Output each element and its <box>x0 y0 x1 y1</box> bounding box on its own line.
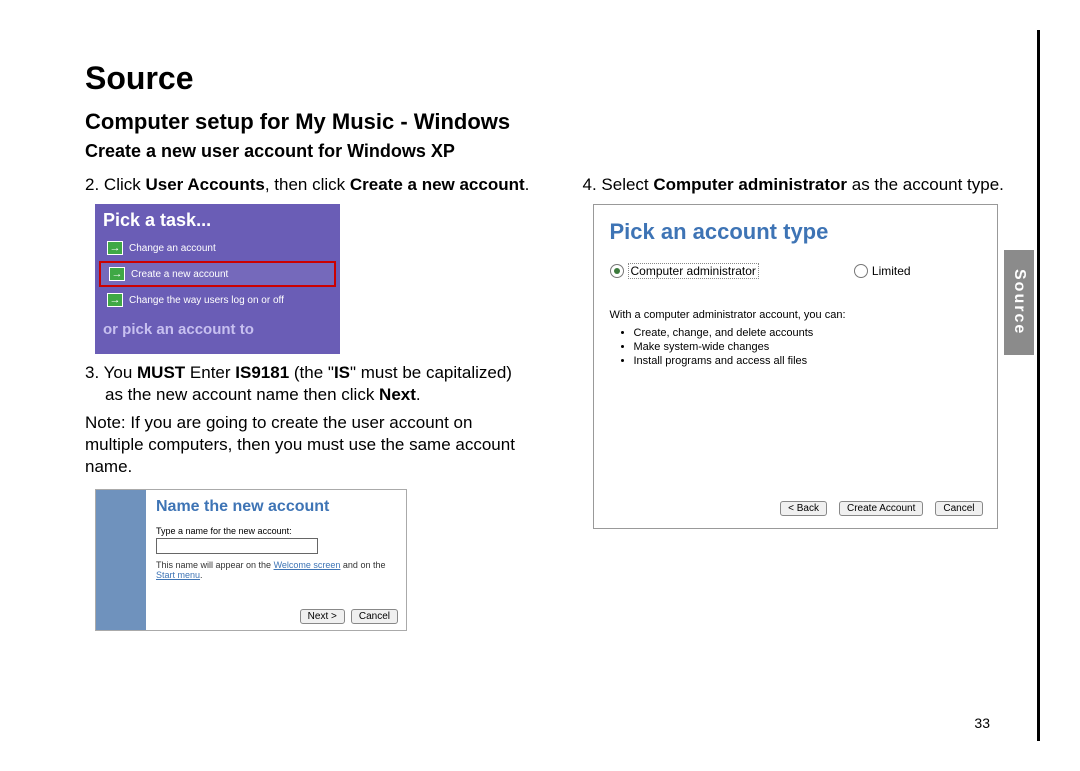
arrow-icon: → <box>109 267 125 281</box>
screenshot-account-type: Pick an account type Computer administra… <box>593 204 998 529</box>
account-type-heading: Pick an account type <box>610 219 981 245</box>
radio-unselected-icon <box>854 264 868 278</box>
account-name-input[interactable] <box>156 538 318 554</box>
document-page: Source Source Computer setup for My Musi… <box>0 0 1080 771</box>
cancel-button[interactable]: Cancel <box>935 501 982 516</box>
name-account-heading: Name the new account <box>156 498 396 516</box>
account-type-desc: With a computer administrator account, y… <box>610 309 981 321</box>
note-text: Note: If you are going to create the use… <box>85 412 533 478</box>
column-right: 4. Select Computer administrator as the … <box>583 170 1031 631</box>
side-tab-source: Source <box>1004 250 1034 355</box>
pick-task-footer: or pick an account to <box>95 315 340 338</box>
page-subtitle: Computer setup for My Music - Windows <box>85 109 1030 135</box>
pick-task-header: Pick a task... <box>95 204 340 233</box>
cancel-button[interactable]: Cancel <box>351 609 398 624</box>
step-3: 3. You MUST Enter IS9181 (the "IS" must … <box>85 362 533 406</box>
back-button[interactable]: < Back <box>780 501 827 516</box>
task-change-logon[interactable]: → Change the way users log on or off <box>99 289 336 311</box>
right-margin-rule <box>1037 30 1040 741</box>
create-account-button[interactable]: Create Account <box>839 501 923 516</box>
step-4: 4. Select Computer administrator as the … <box>583 174 1031 196</box>
radio-limited[interactable]: Limited <box>854 264 911 278</box>
account-type-bullets: Create, change, and delete accounts Make… <box>634 327 981 367</box>
bullet-item: Create, change, and delete accounts <box>634 327 981 339</box>
arrow-icon: → <box>107 293 123 307</box>
screenshot-name-account: Name the new account Type a name for the… <box>95 489 407 631</box>
step-2: 2. Click User Accounts, then click Creat… <box>85 174 533 196</box>
screenshot-sidebar <box>96 490 146 630</box>
radio-computer-administrator[interactable]: Computer administrator <box>610 263 759 279</box>
task-create-new-account[interactable]: → Create a new account <box>101 263 334 285</box>
bullet-item: Install programs and access all files <box>634 355 981 367</box>
radio-selected-icon <box>610 264 624 278</box>
bullet-item: Make system-wide changes <box>634 341 981 353</box>
task-change-account[interactable]: → Change an account <box>99 237 336 259</box>
screenshot-pick-a-task: Pick a task... → Change an account → Cre… <box>95 204 340 354</box>
name-account-label: Type a name for the new account: <box>156 526 396 536</box>
section-heading: Create a new user account for Windows XP <box>85 141 1030 162</box>
column-left: 2. Click User Accounts, then click Creat… <box>85 170 533 631</box>
page-number: 33 <box>974 715 990 731</box>
name-account-hint: This name will appear on the Welcome scr… <box>156 560 396 582</box>
next-button[interactable]: Next > <box>300 609 345 624</box>
arrow-icon: → <box>107 241 123 255</box>
page-title: Source <box>85 60 1030 97</box>
